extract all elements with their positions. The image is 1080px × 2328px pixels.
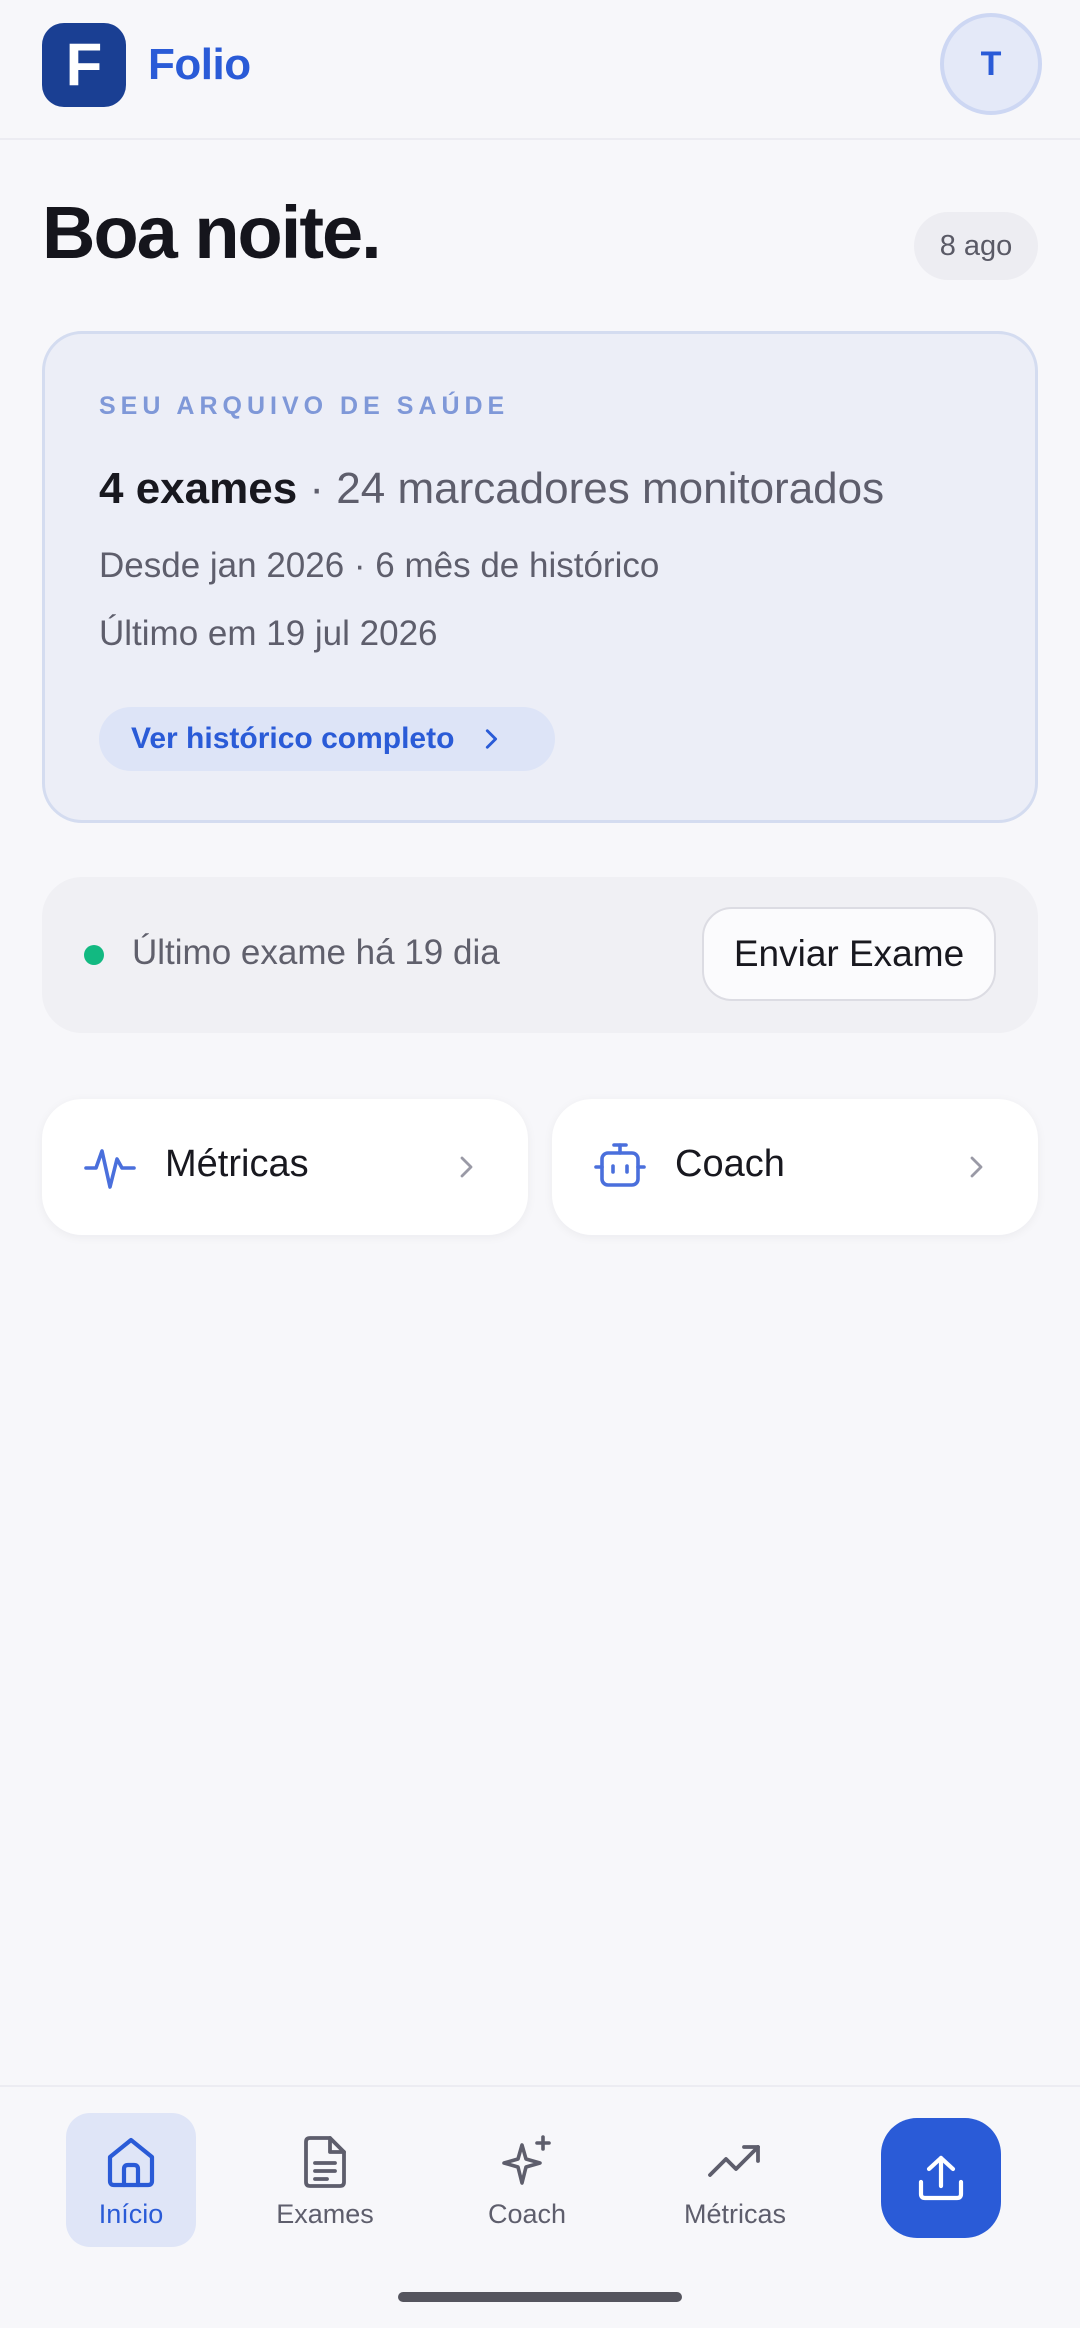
nav-label: Métricas [683, 2199, 786, 2229]
archive-last: Último em 19 jul 2026 [99, 614, 438, 653]
home-icon [107, 2137, 155, 2188]
avatar-initial: T [980, 44, 1002, 83]
chevron-right-icon [970, 1156, 983, 1178]
view-history-label: Ver histórico completo [131, 722, 455, 755]
trending-up-icon [708, 2145, 760, 2177]
nav-item-exames[interactable]: Exames [260, 2113, 390, 2247]
folio-logo[interactable]: F [42, 23, 126, 107]
coach-card-label: Coach [675, 1143, 785, 1185]
status-dot [84, 945, 104, 965]
date-badge: 8 ago [914, 212, 1038, 280]
view-history-button[interactable]: Ver histórico completo [99, 707, 555, 771]
nav-label: Início [98, 2199, 164, 2229]
markers-count: · 24 marcadores monitorados [297, 464, 885, 513]
upload-exam-button[interactable] [881, 2118, 1001, 2238]
last-exam-status-card: Último exame há 19 dia Enviar Exame [42, 877, 1038, 1033]
nav-item-metricas[interactable]: Métricas [670, 2113, 800, 2247]
chevron-right-icon [460, 1156, 473, 1178]
chevron-right-icon [486, 729, 498, 749]
metrics-card[interactable]: Métricas [42, 1099, 528, 1235]
health-archive-card: SEU ARQUIVO DE SAÚDE 4 exames · 24 marca… [42, 331, 1038, 823]
page-title: Boa noite. [42, 191, 382, 274]
upload-icon [918, 2155, 964, 2201]
brand-name: Folio [148, 40, 251, 89]
archive-headline: 4 exames · 24 marcadores monitorados [99, 464, 884, 514]
exams-count: 4 exames [99, 464, 298, 513]
archive-kicker: SEU ARQUIVO DE SAÚDE [99, 392, 510, 420]
nav-label: Exames [276, 2199, 374, 2229]
app-header: F Folio T [0, 0, 1080, 140]
last-exam-status-text: Último exame há 19 dia [132, 933, 500, 972]
sparkle-icon [502, 2135, 551, 2185]
metrics-card-label: Métricas [165, 1143, 309, 1185]
send-exam-button[interactable]: Enviar Exame [702, 907, 996, 1001]
nav-item-coach[interactable]: Coach [462, 2113, 592, 2247]
home-indicator [398, 2292, 682, 2302]
pulse-icon [84, 1149, 136, 1189]
coach-card[interactable]: Coach [552, 1099, 1038, 1235]
archive-since: Desde jan 2026 · 6 mês de histórico [99, 546, 660, 585]
nav-label: Coach [487, 2199, 567, 2229]
nav-item-inicio[interactable]: Início [66, 2113, 196, 2247]
document-icon [304, 2136, 346, 2188]
logo-letter: F [65, 31, 103, 98]
robot-icon [594, 1143, 646, 1187]
send-exam-label: Enviar Exame [733, 933, 965, 974]
avatar[interactable]: T [940, 13, 1042, 115]
